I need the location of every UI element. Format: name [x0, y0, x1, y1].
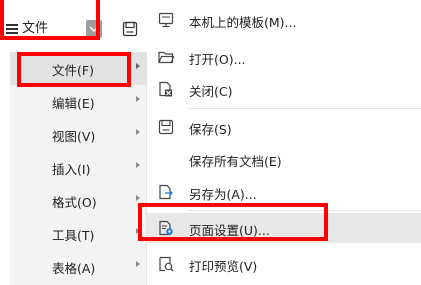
save-icon[interactable] [122, 21, 138, 41]
submenu-arrow-icon [136, 63, 140, 69]
menu-item-close[interactable]: 关闭(C) [147, 74, 421, 104]
menu-item-label: 保存所有文档(E) [189, 154, 282, 169]
menu-item-insert[interactable]: 插入(I) [10, 151, 146, 184]
menu-item-label: 视图(V) [52, 129, 96, 144]
menu-item-label: 打开(O)... [189, 52, 246, 67]
menu-separator [189, 108, 421, 109]
menu-item-label: 工具(T) [52, 228, 95, 243]
menu-item-label: 本机上的模板(M)... [189, 15, 297, 30]
menu-item-label: 表格(A) [52, 261, 96, 276]
menu-item-local-templates[interactable]: 本机上的模板(M)... [147, 5, 421, 35]
save-icon [157, 118, 175, 136]
template-icon [157, 11, 175, 29]
menu-item-save-all[interactable]: 保存所有文档(E) [147, 144, 421, 174]
menu-item-label: 另存为(A)... [189, 187, 257, 202]
submenu-arrow-icon [136, 261, 140, 267]
highlight-box-page-setup [138, 203, 328, 241]
save-as-icon [157, 183, 175, 201]
folder-open-icon [157, 48, 175, 66]
menu-item-label: 插入(I) [52, 162, 91, 177]
menu-item-label: 保存(S) [189, 122, 232, 137]
submenu-arrow-icon [136, 162, 140, 168]
menu-item-table[interactable]: 表格(A) [10, 250, 146, 283]
menu-item-view[interactable]: 视图(V) [10, 118, 146, 151]
menu-item-format[interactable]: 格式(O) [10, 184, 146, 217]
submenu-arrow-icon [136, 96, 140, 102]
menu-item-label: 关闭(C) [189, 84, 233, 99]
submenu-arrow-icon [136, 129, 140, 135]
file-submenu: 本机上的模板(M)... 打开(O)... 关闭(C) 保存(S) 保存所有文档… [147, 0, 421, 285]
menu-item-edit[interactable]: 编辑(E) [10, 85, 146, 118]
menu-item-label: 格式(O) [52, 195, 97, 210]
menu-item-label: 编辑(E) [52, 96, 95, 111]
submenu-arrow-icon [136, 195, 140, 201]
menu-item-label: 打印预览(V) [189, 259, 258, 274]
menu-item-open[interactable]: 打开(O)... [147, 42, 421, 72]
close-document-icon [157, 80, 175, 98]
menu-item-print-preview[interactable]: 打印预览(V) [147, 249, 421, 279]
menu-item-tools[interactable]: 工具(T) [10, 217, 146, 250]
highlight-box-file-menu [0, 0, 100, 40]
menu-item-save[interactable]: 保存(S) [147, 112, 421, 142]
print-preview-icon [157, 255, 175, 273]
highlight-box-file-item [17, 52, 131, 87]
